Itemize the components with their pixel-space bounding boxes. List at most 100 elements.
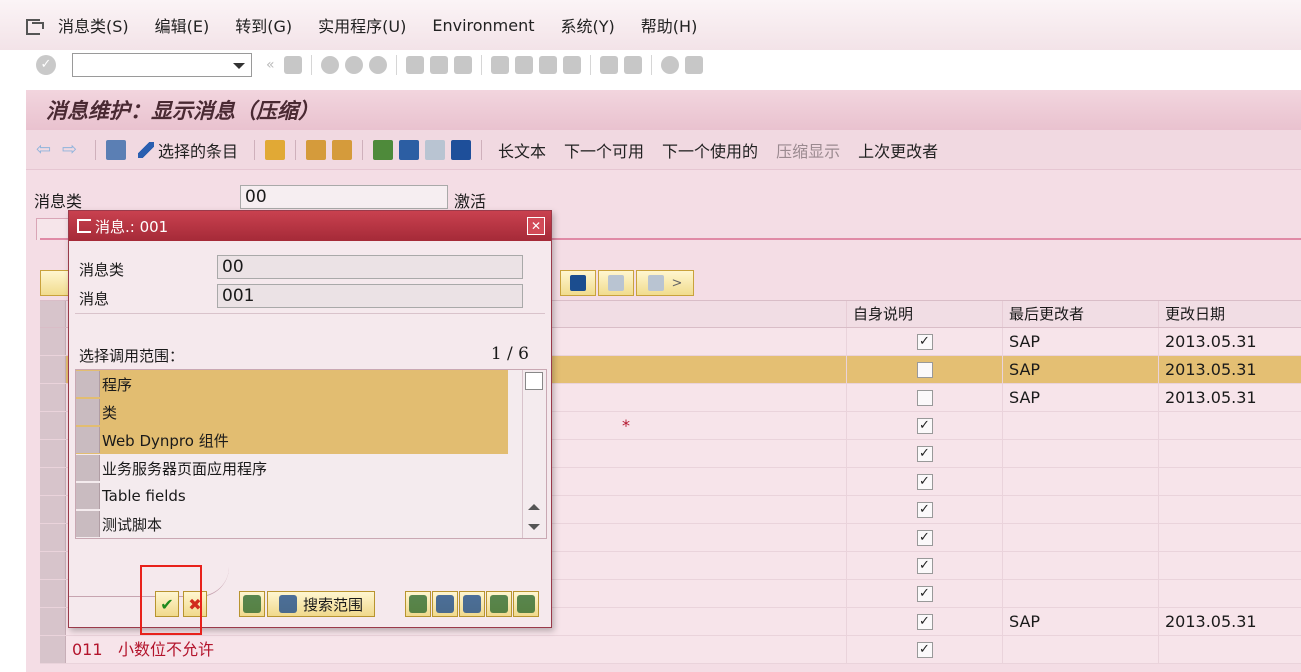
previous-page-icon[interactable] (514, 56, 533, 74)
hierarchy-icon[interactable] (373, 139, 394, 160)
grid-where-used-button[interactable] (560, 270, 596, 296)
scope-item-label: 测试脚本 (102, 515, 163, 534)
print-icon[interactable] (405, 56, 424, 74)
compress-display-button[interactable]: 压缩显示 (776, 138, 840, 162)
scope-scrollbar[interactable] (522, 370, 544, 538)
row-selector[interactable] (40, 384, 66, 411)
table-row[interactable]: 011 小数位不允许 ✓ (40, 636, 1301, 664)
col-last-changer[interactable]: 最后更改者 (1003, 301, 1159, 327)
row-selector[interactable] (40, 496, 66, 523)
row-selector[interactable] (40, 328, 66, 355)
last-page-icon[interactable] (562, 56, 581, 74)
display-change-icon[interactable] (106, 139, 126, 160)
menu-help[interactable]: 帮助(H) (641, 13, 698, 37)
change-date-cell: 2013.05.31 (1165, 360, 1257, 379)
find-button[interactable] (459, 591, 485, 617)
dialog-msg-field[interactable]: 001 (217, 284, 523, 308)
grid-tree-button[interactable] (598, 270, 634, 296)
scope-list-item[interactable]: 测试脚本 (76, 510, 508, 538)
menu-environment[interactable]: Environment (432, 16, 534, 35)
message-class-field[interactable]: 00 (240, 185, 448, 209)
row-selector[interactable] (76, 427, 100, 453)
row-selector[interactable] (40, 356, 66, 383)
enter-icon[interactable]: ✓ (36, 55, 56, 75)
command-field[interactable] (72, 53, 252, 77)
menu-message-class[interactable]: 消息类(S) (58, 13, 129, 37)
scope-list-item[interactable]: Table fields (76, 482, 508, 510)
row-selector[interactable] (40, 608, 66, 635)
change-date-cell (1159, 440, 1301, 467)
other-object-icon[interactable] (265, 139, 286, 160)
select-all-button[interactable] (405, 591, 431, 617)
layout-menu-icon[interactable] (684, 56, 703, 74)
find-next-icon[interactable] (453, 56, 472, 74)
shortcut-icon[interactable] (623, 56, 642, 74)
scope-list-item[interactable]: 业务服务器页面应用程序 (76, 454, 508, 482)
row-selector[interactable] (76, 455, 100, 481)
scope-list-item[interactable]: Web Dynpro 组件 (76, 426, 508, 454)
save-icon[interactable] (283, 56, 302, 74)
dialog-msg-class-field[interactable]: 00 (217, 255, 523, 279)
menu-utilities[interactable]: 实用程序(U) (318, 13, 406, 37)
next-available-button[interactable]: 下一个可用 (564, 138, 644, 162)
row-selector[interactable] (40, 524, 66, 551)
exit-icon[interactable] (344, 56, 363, 74)
row-selector[interactable] (40, 440, 66, 467)
grid-more-button[interactable]: > (636, 270, 694, 296)
back-icon[interactable] (320, 56, 339, 74)
last-changer-cell: SAP (1003, 328, 1159, 355)
menu-goto[interactable]: 转到(G) (235, 13, 292, 37)
row-selector[interactable] (76, 371, 100, 397)
search-scope-button[interactable]: 搜索范围 (267, 591, 375, 617)
row-selector[interactable] (40, 580, 66, 607)
navigate-icon[interactable] (332, 139, 353, 160)
change-date-cell (1159, 552, 1301, 579)
self-explanatory-cell: ✓ (847, 636, 1003, 663)
col-change-date[interactable]: 更改日期 (1159, 301, 1301, 327)
sort-icon[interactable] (399, 139, 420, 160)
new-session-icon[interactable] (599, 56, 618, 74)
selected-items-button[interactable]: 选择的条目 (138, 138, 238, 162)
back-arrow-icon[interactable]: ⇦ (36, 140, 58, 158)
self-explanatory-checkbox: ✓ (916, 473, 933, 490)
close-icon[interactable]: ✕ (527, 217, 545, 235)
next-used-button[interactable]: 下一个使用的 (662, 138, 758, 162)
help-icon[interactable] (660, 56, 679, 74)
tree-icon (608, 275, 624, 291)
menu-system[interactable]: 系统(Y) (561, 13, 615, 37)
scroll-down-icon[interactable] (528, 524, 540, 530)
execute-button[interactable] (239, 591, 265, 617)
col-self-explanatory[interactable]: 自身说明 (847, 301, 1003, 327)
cancel-icon[interactable] (368, 56, 387, 74)
scope-item-label: 业务服务器页面应用程序 (102, 459, 268, 478)
info-icon[interactable] (451, 139, 472, 160)
self-explanatory-cell: ✓ (847, 440, 1003, 467)
scope-list-item[interactable]: 类 (76, 398, 508, 426)
scroll-up-icon[interactable] (528, 504, 540, 510)
grid-details-button[interactable] (40, 270, 70, 296)
row-selector[interactable] (76, 511, 100, 537)
long-text-button[interactable]: 长文本 (498, 138, 546, 162)
find-icon[interactable] (429, 56, 448, 74)
next-page-icon[interactable] (538, 56, 557, 74)
last-changer-button[interactable]: 上次更改者 (858, 138, 938, 162)
where-used-icon[interactable] (306, 139, 327, 160)
menu-edit[interactable]: 编辑(E) (155, 13, 210, 37)
window-menu-icon[interactable] (24, 16, 44, 35)
filter-button[interactable] (513, 591, 539, 617)
row-selector[interactable] (40, 468, 66, 495)
first-page-icon[interactable] (490, 56, 509, 74)
deselect-all-button[interactable] (432, 591, 458, 617)
table-icon[interactable] (425, 139, 446, 160)
row-selector[interactable] (40, 412, 66, 439)
forward-arrow-icon[interactable]: ⇨ (62, 140, 84, 158)
scope-list-item[interactable]: 程序 (76, 370, 508, 398)
select-all-checkbox[interactable] (524, 372, 543, 390)
self-explanatory-checkbox: ✓ (916, 557, 933, 574)
chevron-down-icon[interactable] (233, 63, 245, 69)
sort-button[interactable] (486, 591, 512, 617)
row-selector[interactable] (76, 399, 100, 425)
row-selector[interactable] (40, 552, 66, 579)
row-selector[interactable] (40, 636, 66, 663)
row-selector[interactable] (76, 483, 100, 509)
